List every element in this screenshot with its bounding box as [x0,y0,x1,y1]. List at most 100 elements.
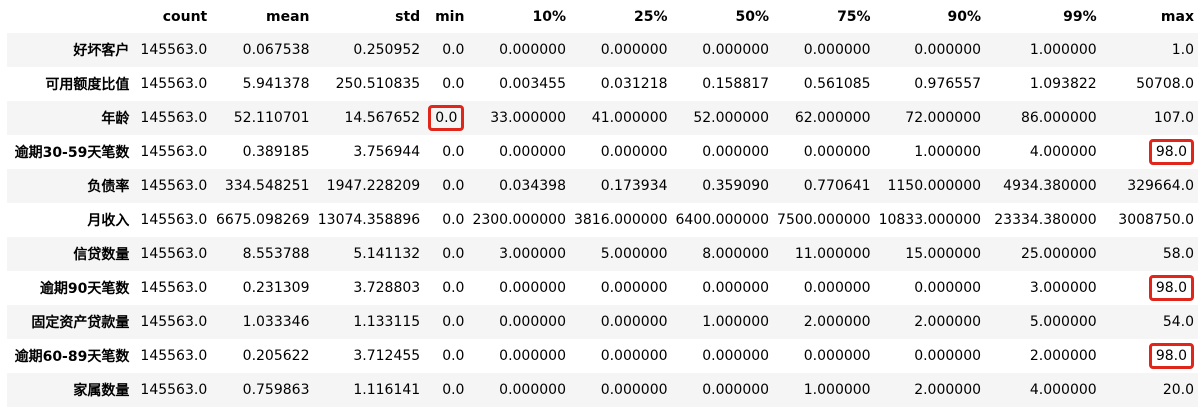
table-cell: 0.000000 [803,144,871,160]
table-cell: 0.0 [442,144,465,160]
table-row: 逾期30-59天笔数 145563.0 0.389185 3.756944 0.0 0.0… [7,135,1198,169]
table-cell: 25.000000 [1020,246,1097,262]
table-cell: 6675.098269 [215,212,310,228]
table-cell: 1150.000000 [887,178,982,194]
table-cell: 0.000000 [499,314,566,330]
table-cell: 52.110701 [233,110,310,126]
table-cell: 0.003455 [499,76,566,92]
column-header: min [435,9,465,25]
table-cell: 5.941378 [242,76,310,92]
table-cell: 72.000000 [905,110,982,126]
table-cell: 0.770641 [803,178,871,194]
column-header: 99% [1063,9,1097,25]
table-cell: 0.000000 [499,144,566,160]
table-cell: 3.000000 [499,246,566,262]
table-cell: 0.158817 [702,76,770,92]
describe-table-container: count mean std min 10% 25% 50% 75% 90% 99% max 好坏客… [7,1,1198,407]
table-cell: 1.116141 [353,382,421,398]
table-cell: 0.031218 [600,76,668,92]
row-label: 月收入 [87,213,130,229]
table-cell: 0.067538 [242,42,310,58]
table-cell: 62.000000 [794,110,871,126]
table-cell: 0.000000 [914,348,982,364]
table-cell: 0.000000 [803,42,871,58]
table-cell: 0.0 [442,246,465,262]
table-cell: 107.0 [1153,110,1194,126]
row-label: 年龄 [101,111,130,127]
table-cell: 0.000000 [600,314,668,330]
table-cell: 13074.358896 [317,212,421,228]
table-row: 逾期60-89天笔数 145563.0 0.205622 3.712455 0.0 0.0… [7,339,1198,373]
row-label: 固定资产贷款量 [31,315,130,331]
table-cell: 3.000000 [1029,280,1097,296]
index-header [7,1,133,33]
table-cell: 0.000000 [702,382,770,398]
column-header: max [1160,9,1194,25]
table-cell: 329664.0 [1127,178,1194,194]
table-cell: 3.712455 [353,348,421,364]
table-cell: 14.567652 [344,110,421,126]
table-cell: 0.000000 [702,42,770,58]
table-cell: 50708.0 [1136,76,1194,92]
column-header: 90% [947,9,982,25]
table-row: 固定资产贷款量 145563.0 1.033346 1.133115 0.0 0.0000… [7,305,1198,339]
describe-statistics-table: count mean std min 10% 25% 50% 75% 90% 99% max 好坏客… [7,1,1198,407]
table-cell: 2.000000 [914,314,982,330]
table-cell: 1.093822 [1029,76,1097,92]
table-cell: 0.976557 [914,76,982,92]
table-cell: 2.000000 [803,314,871,330]
row-label: 逾期60-89天笔数 [14,349,130,365]
table-cell: 0.759863 [242,382,310,398]
table-cell: 1.033346 [242,314,310,330]
table-cell: 8.000000 [702,246,770,262]
table-cell: 145563.0 [140,348,208,364]
column-header: 75% [837,9,871,25]
table-cell: 86.000000 [1020,110,1097,126]
table-cell: 1.000000 [1029,42,1097,58]
column-header: count [162,9,208,25]
table-cell: 0.000000 [499,280,566,296]
table-cell: 334.548251 [224,178,310,194]
table-cell: 0.000000 [702,144,770,160]
highlighted-cell: 98.0 [1101,339,1198,373]
table-cell: 3.728803 [353,280,421,296]
table-cell: 4.000000 [1029,382,1097,398]
table-cell: 250.510835 [335,76,421,92]
table-cell: 0.000000 [499,382,566,398]
table-cell: 5.141132 [353,246,421,262]
table-cell: 2.000000 [1029,348,1097,364]
table-row: 可用额度比值 145563.0 5.941378 250.510835 0.0 0.003… [7,67,1198,101]
table-row: 年龄 145563.0 52.110701 14.567652 0.0 33.000000… [7,101,1198,135]
table-cell: 1.0 [1171,42,1194,58]
highlight-box: 98.0 [1148,343,1194,369]
table-cell: 1.000000 [702,314,770,330]
table-cell: 0.0 [442,348,465,364]
table-cell: 54.0 [1162,314,1194,330]
table-cell: 0.000000 [803,348,871,364]
table-cell: 1.000000 [914,144,982,160]
column-header: mean [265,9,310,25]
table-cell: 33.000000 [490,110,566,126]
highlighted-cell: 0.0 [424,101,468,135]
table-cell: 0.000000 [600,144,668,160]
row-label: 家属数量 [73,383,130,399]
table-cell: 20.0 [1162,382,1194,398]
table-cell: 7500.000000 [777,212,871,228]
header-row: count mean std min 10% 25% 50% 75% 90% 99% max [7,1,1198,33]
column-header: std [395,9,421,25]
table-cell: 8.553788 [242,246,310,262]
table-row: 家属数量 145563.0 0.759863 1.116141 0.0 0.000000 0… [7,373,1198,407]
table-cell: 0.173934 [600,178,668,194]
table-cell: 10833.000000 [878,212,982,228]
table-cell: 1.000000 [803,382,871,398]
table-cell: 0.0 [442,42,465,58]
table-cell: 145563.0 [140,76,208,92]
table-cell: 6400.000000 [675,212,770,228]
table-cell: 0.0 [442,212,465,228]
table-cell: 0.389185 [242,144,310,160]
table-cell: 4934.380000 [1003,178,1097,194]
table-cell: 0.000000 [600,348,668,364]
table-row: 信贷数量 145563.0 8.553788 5.141132 0.0 3.000000 5… [7,237,1198,271]
table-cell: 0.0 [442,76,465,92]
row-label: 信贷数量 [73,247,130,263]
